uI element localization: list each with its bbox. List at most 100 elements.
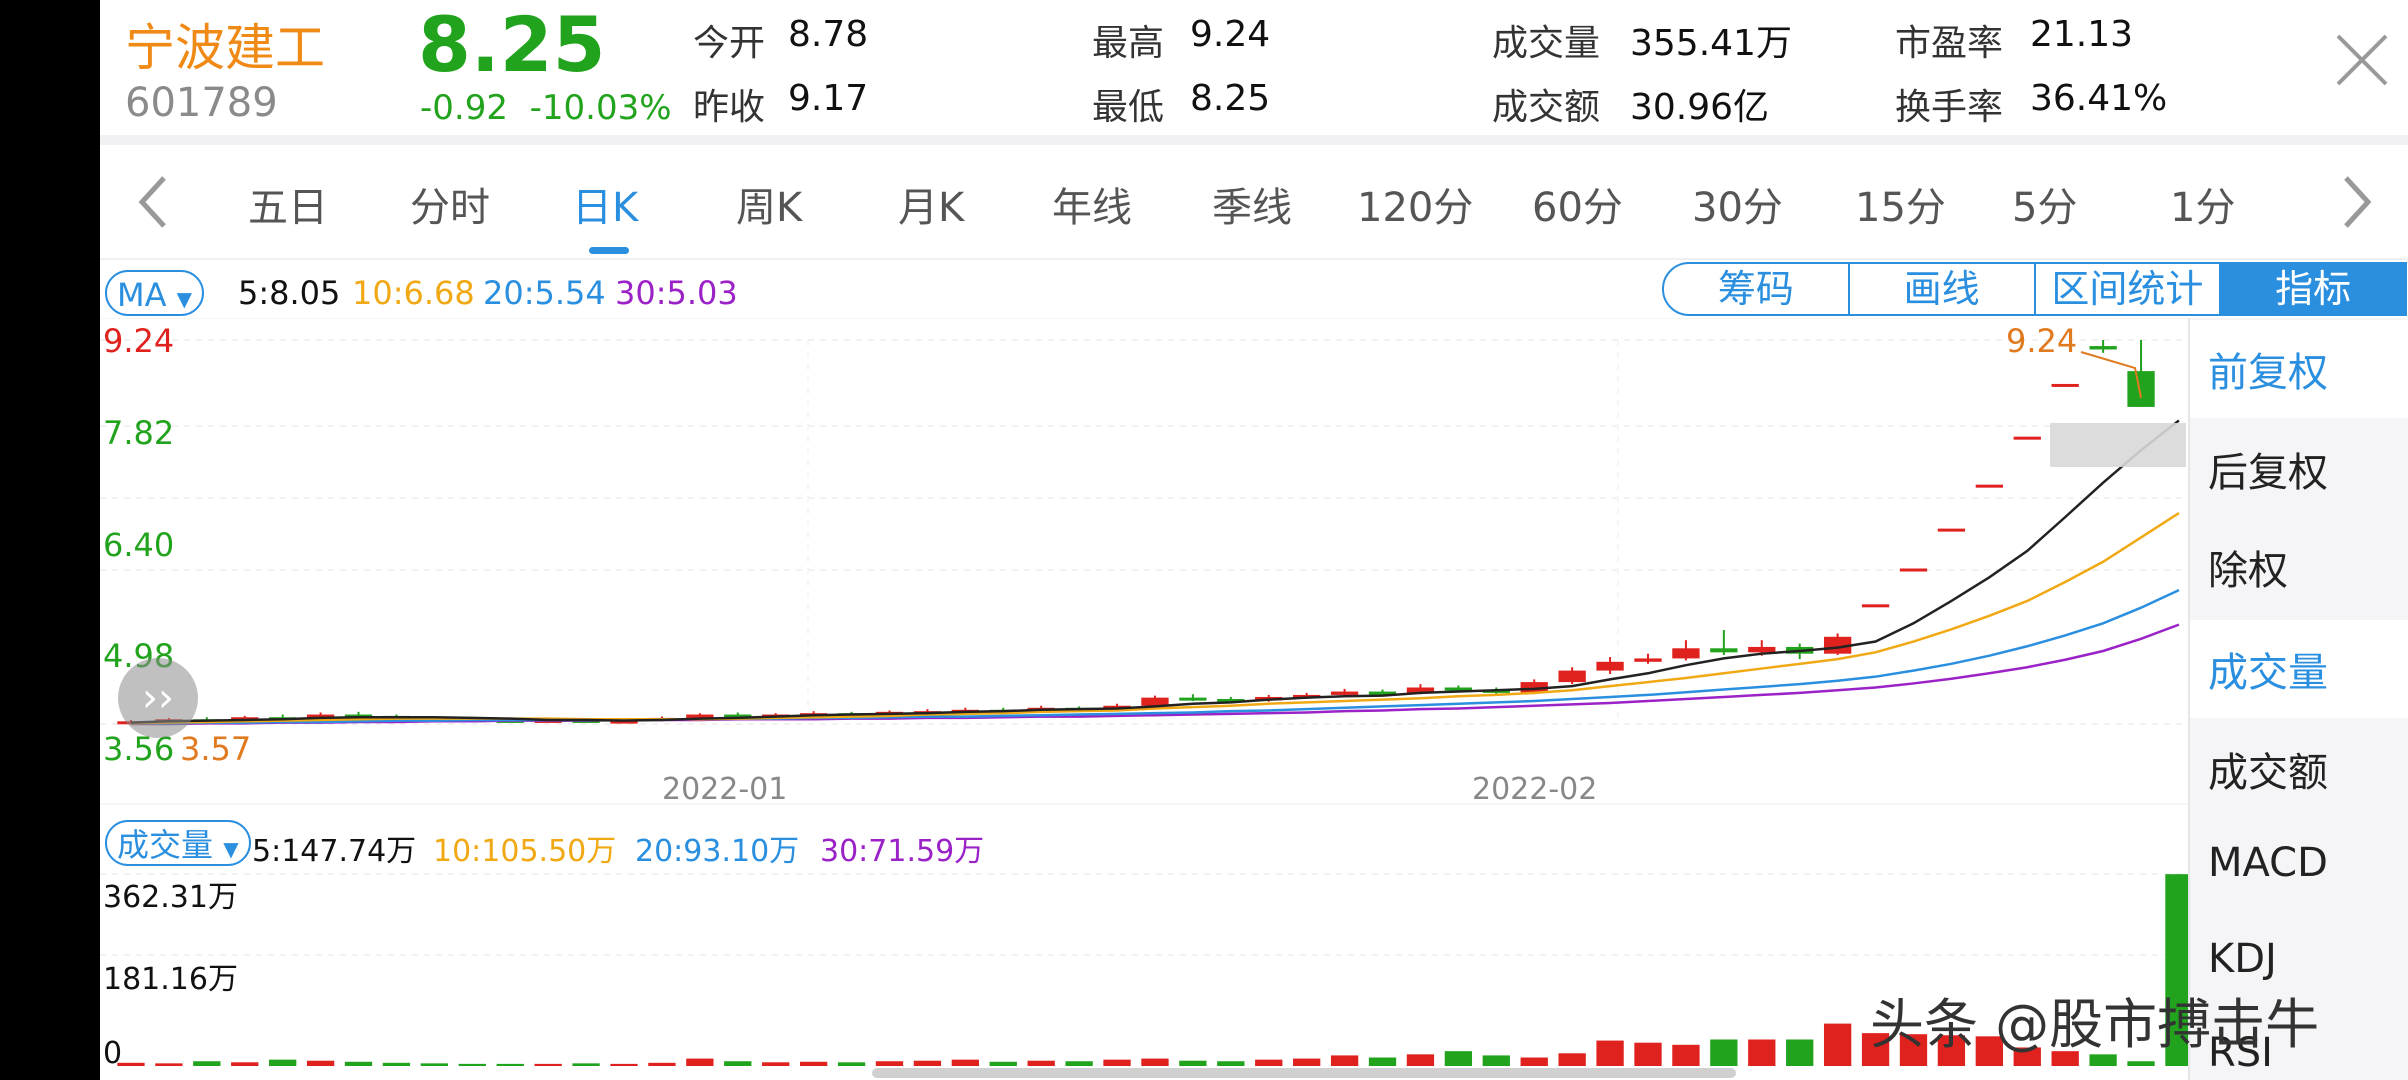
volume-bar-2 (193, 1061, 221, 1066)
side-menu-item-1[interactable]: 后复权 (2208, 440, 2328, 498)
side-menu-item-2[interactable]: 除权 (2208, 538, 2288, 596)
date-axis-label-2: 2022-02 (1472, 772, 1598, 807)
ma-indicator-selector[interactable]: MA ▼ (105, 270, 205, 316)
tab-9[interactable]: 30分 (1692, 175, 1783, 233)
candle-50 (2013, 436, 2041, 440)
low-value: 8.25 (1190, 78, 1271, 119)
volume-bar-35 (1444, 1051, 1473, 1066)
volume-bar-53 (2127, 1061, 2155, 1066)
side-menu-item-6[interactable]: KDJ (2208, 936, 2277, 982)
amount-value: 30.96亿 (1630, 87, 1770, 128)
price-axis-max: 9.24 (103, 322, 175, 360)
ma30-value: 30:5.03 (615, 274, 738, 312)
volume-bar-5 (306, 1060, 335, 1066)
volume-bar-19 (837, 1062, 866, 1066)
volume-bar-22 (951, 1059, 979, 1066)
dropdown-icon: ▼ (223, 837, 239, 861)
close-icon[interactable] (2332, 30, 2392, 90)
volume-bar-33 (1368, 1057, 1397, 1066)
volume-bar-20 (875, 1061, 904, 1066)
vol10-value: 10:105.50万 (433, 834, 617, 869)
candle-28 (1179, 697, 1207, 701)
side-menu-item-4[interactable]: 成交额 (2208, 740, 2328, 798)
low-label: 最低 (1092, 87, 1165, 128)
candle-51 (2051, 383, 2079, 387)
candle-40 (1634, 658, 1662, 662)
volume-bar-41 (1672, 1044, 1700, 1066)
watermark: 头条 @股市搏击牛 (1870, 993, 2320, 1056)
candle-42 (1710, 648, 1738, 653)
tab-0[interactable]: 五日 (248, 175, 328, 233)
tab-12[interactable]: 1分 (2170, 175, 2235, 233)
open-label: 今开 (693, 23, 766, 64)
candle-32 (1330, 691, 1359, 695)
vol30-value: 30:71.59万 (820, 834, 985, 869)
dropdown-icon: ▼ (176, 287, 193, 311)
tab-3[interactable]: 周K (736, 175, 802, 233)
prev-close-value: 9.17 (788, 78, 869, 119)
volume-bar-29 (1217, 1061, 1245, 1066)
high-price-marker: 9.24 (2006, 322, 2078, 360)
volume-bar-36 (1482, 1055, 1510, 1066)
chart-scrollbar[interactable] (872, 1068, 1736, 1078)
turnover-label: 换手率 (1895, 87, 2004, 128)
low-price-marker: 3.57 (180, 730, 252, 768)
volume-bar-28 (1179, 1060, 1207, 1066)
volume-bar-3 (231, 1062, 259, 1066)
volume-bar-21 (913, 1060, 942, 1066)
open-value: 8.78 (788, 14, 869, 55)
vol5-value: 5:147.74万 (252, 834, 417, 869)
tab-6[interactable]: 季线 (1212, 175, 1292, 233)
candle-41 (1672, 648, 1700, 659)
double-chevron-icon[interactable]: ›› (118, 658, 198, 738)
volume-bar-16 (724, 1061, 752, 1066)
tab-1[interactable]: 分时 (410, 175, 490, 233)
pe-value: 21.13 (2030, 14, 2134, 55)
change-percent: -10.03% (529, 88, 672, 128)
tab-5[interactable]: 年线 (1052, 175, 1132, 233)
volume-bar-4 (269, 1059, 297, 1066)
tab-4[interactable]: 月K (898, 175, 964, 233)
volume-bar-31 (1293, 1058, 1321, 1066)
volume-bar-10 (496, 1063, 524, 1066)
tab-7[interactable]: 120分 (1357, 175, 1473, 233)
date-axis-label-1: 2022-01 (662, 772, 788, 807)
side-menu-item-3[interactable]: 成交量 (2208, 640, 2328, 698)
prev-close-label: 昨收 (693, 87, 766, 128)
range-stats-button[interactable]: 区间统计 (2036, 264, 2222, 314)
volume-bar-14 (648, 1062, 676, 1066)
volume-bar-43 (1748, 1039, 1776, 1066)
volume-indicator-selector[interactable]: 成交量 ▼ (105, 820, 251, 866)
indicator-button[interactable]: 指标 (2221, 264, 2405, 314)
side-menu-item-5[interactable]: MACD (2208, 840, 2328, 886)
side-menu-item-0[interactable]: 前复权 (2208, 340, 2328, 398)
stock-chart-screen: 宁波建工 601789 8.25 -0.92 -10.03% 今开 8.78 昨… (100, 0, 2408, 1080)
volume-bar-11 (534, 1063, 562, 1066)
tab-11[interactable]: 5分 (2012, 175, 2077, 233)
candle-52 (2089, 346, 2117, 350)
change-amount: -0.92 (420, 88, 508, 128)
volume-bar-37 (1520, 1057, 1548, 1066)
volume-bar-1 (155, 1063, 183, 1066)
tab-2[interactable]: 日K (572, 175, 638, 233)
candle-38 (1558, 670, 1586, 683)
tab-8[interactable]: 60分 (1532, 175, 1623, 233)
candle-46 (1861, 604, 1890, 608)
kline-chart[interactable] (100, 318, 2188, 1080)
volume-bar-44 (1786, 1039, 1814, 1066)
current-price: 8.25 (418, 0, 606, 89)
vol20-value: 20:93.10万 (635, 834, 800, 869)
volume-bar-45 (1823, 1023, 1852, 1066)
amount-label: 成交额 (1492, 87, 1601, 128)
volume-selector-label: 成交量 (117, 826, 214, 864)
stock-code: 601789 (125, 80, 278, 126)
chevron-right-icon[interactable] (2340, 172, 2376, 232)
chips-button[interactable]: 筹码 (1664, 264, 1850, 314)
ma-selector-label: MA (117, 276, 167, 314)
volume-bar-17 (762, 1062, 790, 1066)
tab-10[interactable]: 15分 (1855, 175, 1946, 233)
candle-53 (2127, 371, 2155, 407)
volume-value: 355.41万 (1630, 23, 1792, 64)
chevron-left-icon[interactable] (134, 172, 170, 232)
draw-line-button[interactable]: 画线 (1850, 264, 2036, 314)
